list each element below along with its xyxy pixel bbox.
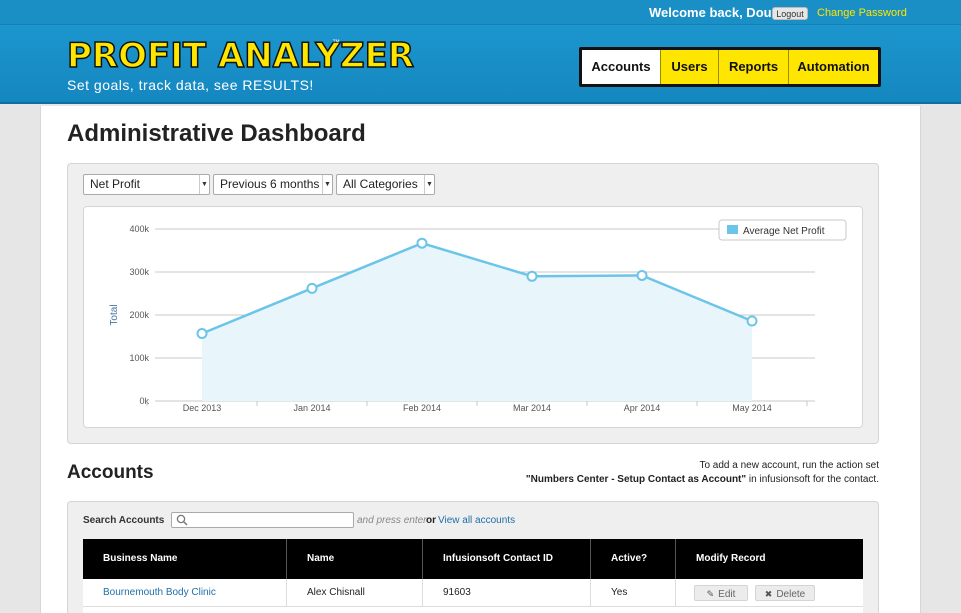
dropdown-arrow-icon: ▼ [322,175,332,194]
accounts-table-header: Business Name Name Infusionsoft Contact … [83,539,863,579]
accounts-note: To add a new account, run the action set… [526,459,879,487]
period-select-value: Previous 6 months [220,177,320,191]
metric-select[interactable]: Net Profit ▼ [83,174,210,195]
contact-id: 91603 [423,579,591,607]
category-select-value: All Categories [343,177,418,191]
edit-button-label: Edit [718,589,736,600]
nav-reports[interactable]: Reports [719,50,789,84]
x-tick-label: Jan 2014 [293,403,330,413]
edit-button[interactable]: ✎ Edit [694,585,748,601]
search-accounts-label: Search Accounts [83,515,165,526]
dropdown-arrow-icon: ▼ [424,175,434,194]
series-area [202,243,752,401]
category-select[interactable]: All Categories ▼ [336,174,435,195]
metric-select-value: Net Profit [90,177,141,191]
x-tick-label: Mar 2014 [513,403,551,413]
x-tick-label: Feb 2014 [403,403,441,413]
search-icon [176,514,188,526]
close-icon: ✖ [764,589,773,599]
trademark-mark: ™ [332,38,340,47]
change-password-link[interactable]: Change Password [817,7,907,19]
delete-button-label: Delete [776,589,806,600]
x-tick-label: May 2014 [732,403,772,413]
column-contact-id[interactable]: Infusionsoft Contact ID [423,539,591,579]
contact-name: Alex Chisnall [287,579,423,607]
data-point [636,269,648,281]
y-tick-label: 0k [139,396,149,406]
business-name-link[interactable]: Bournemouth Body Clinic [83,579,287,607]
page-title: Administrative Dashboard [67,120,366,147]
pencil-icon: ✎ [706,589,715,599]
nav-accounts[interactable]: Accounts [582,50,661,84]
delete-button[interactable]: ✖ Delete [755,585,815,601]
table-row [83,607,863,613]
y-tick-label: 200k [129,310,149,320]
accounts-note-line2: in infusionsoft for the contact. [746,474,879,485]
view-all-accounts-link[interactable]: View all accounts [438,515,515,526]
data-point [306,282,318,294]
legend-swatch [727,225,738,234]
logout-button[interactable]: Logout [772,7,808,20]
data-point [416,237,428,249]
x-tick-label: Dec 2013 [183,403,222,413]
welcome-text: Welcome back, Doug [649,5,780,20]
column-name[interactable]: Name [287,539,423,579]
dropdown-arrow-icon: ▼ [199,175,209,194]
search-accounts-input[interactable] [171,512,354,528]
nav-automation[interactable]: Automation [789,50,878,84]
data-point [526,270,538,282]
legend-label: Average Net Profit [743,226,825,237]
accounts-note-action-set: "Numbers Center - Setup Contact as Accou… [525,474,747,485]
y-tick-label: 100k [129,353,149,363]
column-business-name[interactable]: Business Name [83,539,287,579]
column-modify-record: Modify Record [696,553,766,564]
x-tick-label: Apr 2014 [624,403,661,413]
table-row: Bournemouth Body Clinic Alex Chisnall 91… [83,579,863,607]
y-tick-label: 300k [129,267,149,277]
accounts-title: Accounts [67,462,154,483]
period-select[interactable]: Previous 6 months ▼ [213,174,333,195]
active-status: Yes [591,579,676,607]
logo-tagline: Set goals, track data, see RESULTS! [67,77,314,93]
y-tick-label: 400k [129,224,149,234]
column-active[interactable]: Active? [591,539,676,579]
main-nav: Accounts Users Reports Automation [579,47,881,87]
press-enter-hint: and press enter [357,515,427,526]
or-text: or [426,515,436,526]
data-point [196,327,208,339]
net-profit-chart: 0k 100k 200k 300k 400k Dec 2013 Jan 2014 Feb 20… [109,219,847,413]
accounts-note-line1: To add a new account, run the action set [699,460,879,471]
logo[interactable]: PROFIT ANALYZER [66,36,415,76]
nav-users[interactable]: Users [661,50,719,84]
data-point [746,315,758,327]
y-axis-label: Total [109,304,120,325]
modify-record-cell: ✎ Edit ✖ Delete [676,579,863,607]
